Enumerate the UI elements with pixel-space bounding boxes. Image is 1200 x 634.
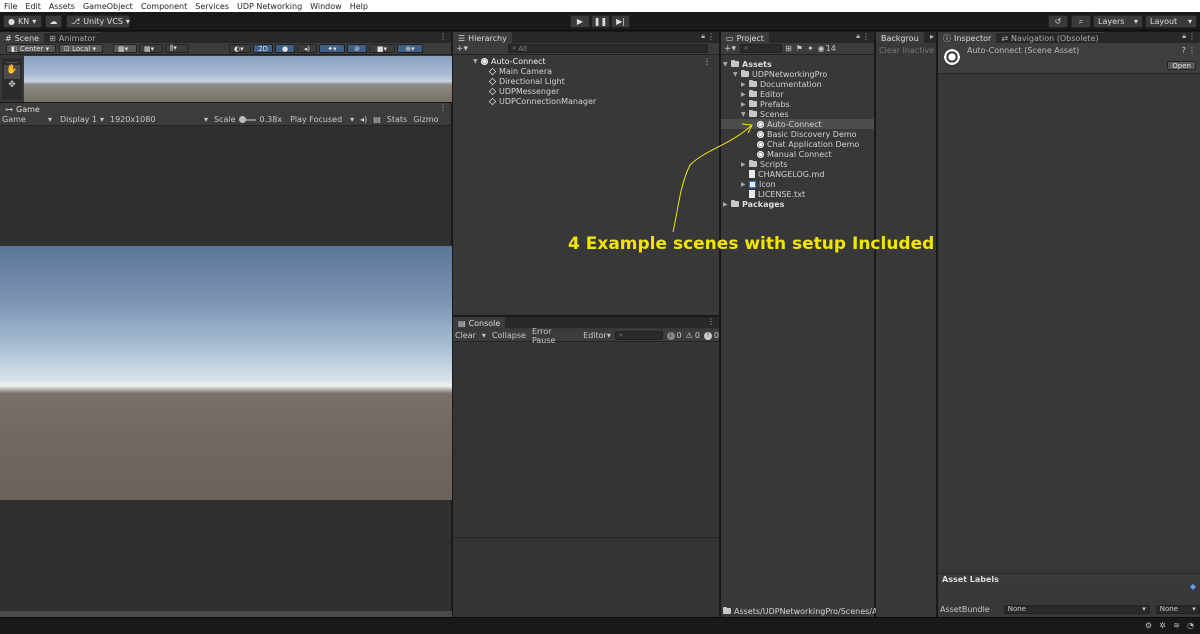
- annotation-overlay: [672, 123, 753, 233]
- annotation-arrow: [672, 124, 753, 233]
- annotation-text: 4 Example scenes with setup Included: [568, 234, 935, 254]
